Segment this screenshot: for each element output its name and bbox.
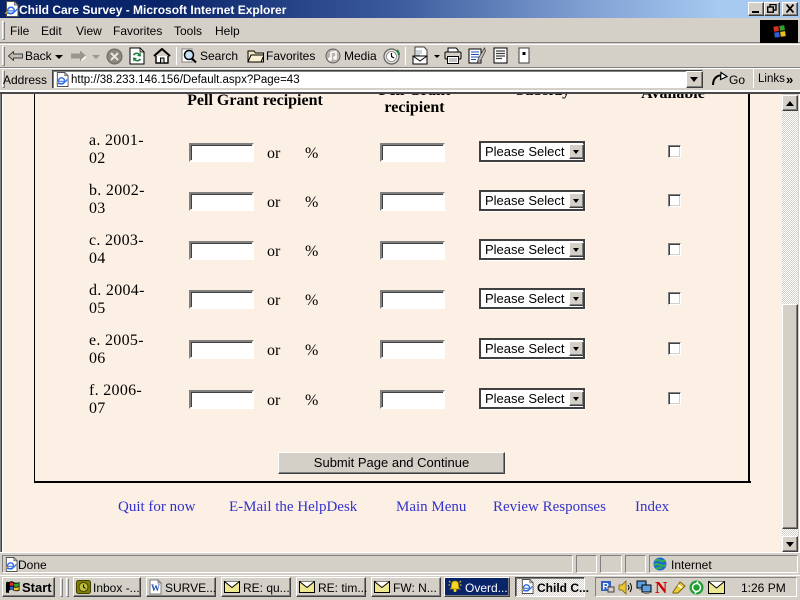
- svg-text:W: W: [151, 583, 160, 593]
